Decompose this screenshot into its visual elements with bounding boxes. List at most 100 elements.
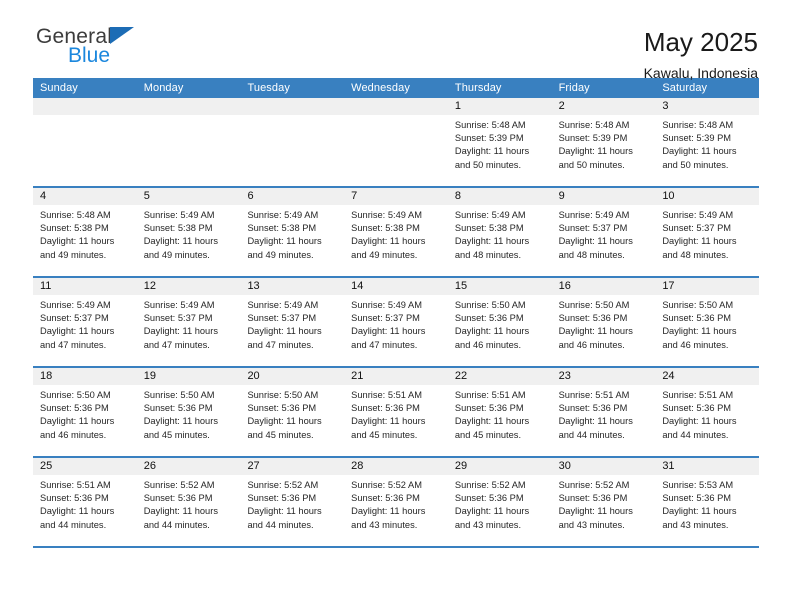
calendar-week-row: 25 Sunrise: 5:51 AM Sunset: 5:36 PM Dayligh… bbox=[33, 456, 760, 546]
day-number: 11 bbox=[33, 278, 137, 295]
daylight-text-line1: Daylight: 11 hours bbox=[662, 416, 737, 427]
calendar-day-cell[interactable]: 17 Sunrise: 5:50 AM Sunset: 5:36 PM Dayligh… bbox=[655, 278, 760, 366]
calendar-day-cell[interactable]: 21 Sunrise: 5:51 AM Sunset: 5:36 PM Dayligh… bbox=[344, 368, 448, 456]
sunset-text: Sunset: 5:36 PM bbox=[454, 493, 524, 504]
calendar-day-cell[interactable]: 8 Sunrise: 5:49 AM Sunset: 5:38 PM Daylight… bbox=[447, 188, 552, 276]
daylight-text-line1: Daylight: 11 hours bbox=[143, 506, 218, 517]
daylight-text-line1: Daylight: 11 hours bbox=[558, 146, 633, 157]
calendar-day-cell[interactable]: 25 Sunrise: 5:51 AM Sunset: 5:36 PM Dayligh… bbox=[33, 458, 137, 546]
day-number bbox=[33, 98, 137, 115]
calendar-day-cell[interactable]: 4 Sunrise: 5:48 AM Sunset: 5:38 PM Daylight… bbox=[33, 188, 137, 276]
calendar-day-cell[interactable]: 3 Sunrise: 5:48 AM Sunset: 5:39 PM Daylight… bbox=[655, 98, 760, 186]
daylight-text-line2: and 46 minutes. bbox=[662, 339, 729, 350]
calendar-day-cell[interactable]: 16 Sunrise: 5:50 AM Sunset: 5:36 PM Dayligh… bbox=[551, 278, 656, 366]
sunrise-text: Sunrise: 5:49 AM bbox=[40, 300, 111, 310]
sunset-text: Sunset: 5:38 PM bbox=[351, 223, 420, 234]
sunrise-text: Sunrise: 5:53 AM bbox=[662, 480, 734, 490]
daylight-text-line2: and 45 minutes. bbox=[247, 429, 314, 440]
daylight-text-line2: and 49 minutes. bbox=[247, 249, 314, 260]
sunrise-text: Sunrise: 5:52 AM bbox=[247, 480, 319, 490]
calendar-day-cell[interactable]: 10 Sunrise: 5:49 AM Sunset: 5:37 PM Dayligh… bbox=[655, 188, 760, 276]
day-details: Sunrise: 5:51 AM Sunset: 5:36 PM Daylight:… bbox=[33, 475, 137, 532]
day-details: Sunrise: 5:49 AM Sunset: 5:37 PM Daylight:… bbox=[33, 295, 137, 352]
calendar-day-cell[interactable]: 1 Sunrise: 5:48 AM Sunset: 5:39 PM Daylight… bbox=[447, 98, 552, 186]
day-details bbox=[240, 115, 344, 119]
calendar-day-cell[interactable]: 31 Sunrise: 5:53 AM Sunset: 5:36 PM Dayligh… bbox=[655, 458, 760, 546]
day-details: Sunrise: 5:50 AM Sunset: 5:36 PM Daylight:… bbox=[33, 385, 137, 442]
daylight-text-line2: and 49 minutes. bbox=[351, 249, 418, 260]
calendar-day-cell[interactable]: 2 Sunrise: 5:48 AM Sunset: 5:39 PM Daylight… bbox=[551, 98, 656, 186]
day-details: Sunrise: 5:50 AM Sunset: 5:36 PM Daylight:… bbox=[552, 295, 656, 352]
sunset-text: Sunset: 5:37 PM bbox=[247, 313, 317, 324]
sunrise-text: Sunrise: 5:49 AM bbox=[247, 300, 319, 310]
calendar-day-cell[interactable]: 28 Sunrise: 5:52 AM Sunset: 5:36 PM Dayligh… bbox=[344, 458, 448, 546]
daylight-text-line2: and 44 minutes. bbox=[247, 519, 314, 530]
calendar-day-cell[interactable]: 20 Sunrise: 5:50 AM Sunset: 5:36 PM Dayligh… bbox=[240, 368, 345, 456]
calendar-day-cell[interactable]: 9 Sunrise: 5:49 AM Sunset: 5:37 PM Daylight… bbox=[551, 188, 656, 276]
day-details bbox=[33, 115, 137, 119]
daylight-text-line2: and 45 minutes. bbox=[454, 429, 522, 440]
sunrise-text: Sunrise: 5:51 AM bbox=[558, 390, 630, 400]
day-details: Sunrise: 5:48 AM Sunset: 5:39 PM Daylight:… bbox=[448, 115, 552, 172]
day-details: Sunrise: 5:49 AM Sunset: 5:37 PM Daylight:… bbox=[655, 205, 759, 262]
calendar-day-cell[interactable]: 24 Sunrise: 5:51 AM Sunset: 5:36 PM Dayligh… bbox=[655, 368, 760, 456]
calendar-day-cell[interactable]: 30 Sunrise: 5:52 AM Sunset: 5:36 PM Dayligh… bbox=[551, 458, 656, 546]
day-details: Sunrise: 5:49 AM Sunset: 5:38 PM Daylight:… bbox=[448, 205, 552, 262]
page-title: May 2025 bbox=[643, 27, 758, 57]
day-details: Sunrise: 5:51 AM Sunset: 5:36 PM Daylight:… bbox=[344, 385, 448, 442]
day-details: Sunrise: 5:48 AM Sunset: 5:39 PM Daylight:… bbox=[552, 115, 656, 172]
calendar-day-cell[interactable]: 26 Sunrise: 5:52 AM Sunset: 5:36 PM Dayligh… bbox=[136, 458, 241, 546]
day-number: 29 bbox=[447, 458, 552, 475]
sunset-text: Sunset: 5:37 PM bbox=[662, 223, 732, 234]
daylight-text-line2: and 49 minutes. bbox=[40, 249, 107, 260]
calendar-day-cell[interactable]: 6 Sunrise: 5:49 AM Sunset: 5:38 PM Daylight… bbox=[240, 188, 345, 276]
sunset-text: Sunset: 5:37 PM bbox=[351, 313, 420, 324]
day-details: Sunrise: 5:52 AM Sunset: 5:36 PM Daylight:… bbox=[344, 475, 448, 532]
daylight-text-line2: and 49 minutes. bbox=[143, 249, 210, 260]
daylight-text-line2: and 50 minutes. bbox=[454, 159, 522, 170]
calendar-day-cell[interactable]: 15 Sunrise: 5:50 AM Sunset: 5:36 PM Dayligh… bbox=[447, 278, 552, 366]
daylight-text-line1: Daylight: 11 hours bbox=[454, 146, 530, 157]
sunrise-text: Sunrise: 5:48 AM bbox=[454, 120, 526, 130]
day-details: Sunrise: 5:49 AM Sunset: 5:37 PM Daylight:… bbox=[240, 295, 344, 352]
calendar-day-cell[interactable]: 12 Sunrise: 5:49 AM Sunset: 5:37 PM Dayligh… bbox=[136, 278, 241, 366]
calendar-day-cell[interactable]: 18 Sunrise: 5:50 AM Sunset: 5:36 PM Dayligh… bbox=[33, 368, 137, 456]
calendar-day-cell[interactable]: 14 Sunrise: 5:49 AM Sunset: 5:37 PM Dayligh… bbox=[344, 278, 448, 366]
calendar-day-cell[interactable]: 23 Sunrise: 5:51 AM Sunset: 5:36 PM Dayligh… bbox=[551, 368, 656, 456]
daylight-text-line2: and 46 minutes. bbox=[558, 339, 625, 350]
sunrise-text: Sunrise: 5:48 AM bbox=[558, 120, 630, 130]
day-number: 14 bbox=[344, 278, 448, 295]
calendar-day-cell[interactable]: 11 Sunrise: 5:49 AM Sunset: 5:37 PM Dayligh… bbox=[33, 278, 137, 366]
daylight-text-line1: Daylight: 11 hours bbox=[662, 506, 737, 517]
calendar-day-cell[interactable]: 7 Sunrise: 5:49 AM Sunset: 5:38 PM Daylight… bbox=[344, 188, 448, 276]
daylight-text-line2: and 47 minutes. bbox=[247, 339, 314, 350]
generalblue-logo[interactable]: General Blue bbox=[33, 26, 183, 66]
weekday-header-sunday: Sunday bbox=[40, 82, 78, 94]
day-number: 8 bbox=[447, 188, 552, 205]
sunset-text: Sunset: 5:36 PM bbox=[351, 403, 420, 414]
day-details bbox=[344, 115, 448, 119]
weekday-header-saturday: Saturday bbox=[662, 82, 708, 94]
daylight-text-line2: and 46 minutes. bbox=[40, 429, 107, 440]
day-details: Sunrise: 5:49 AM Sunset: 5:37 PM Daylight:… bbox=[552, 205, 656, 262]
sunrise-text: Sunrise: 5:49 AM bbox=[247, 210, 319, 220]
day-details: Sunrise: 5:53 AM Sunset: 5:36 PM Daylight:… bbox=[655, 475, 759, 532]
sunrise-sunset-calendar: Sunday Monday Tuesday Wednesday Thursday Frid… bbox=[33, 78, 760, 548]
calendar-day-cell[interactable]: 29 Sunrise: 5:52 AM Sunset: 5:36 PM Dayligh… bbox=[447, 458, 552, 546]
day-number: 23 bbox=[551, 368, 656, 385]
day-number: 10 bbox=[655, 188, 760, 205]
daylight-text-line2: and 47 minutes. bbox=[40, 339, 107, 350]
calendar-day-cell[interactable]: 5 Sunrise: 5:49 AM Sunset: 5:38 PM Daylight… bbox=[136, 188, 241, 276]
calendar-day-cell[interactable]: 27 Sunrise: 5:52 AM Sunset: 5:36 PM Dayligh… bbox=[240, 458, 345, 546]
daylight-text-line1: Daylight: 11 hours bbox=[40, 506, 115, 517]
sunset-text: Sunset: 5:37 PM bbox=[143, 313, 213, 324]
calendar-day-cell[interactable]: 22 Sunrise: 5:51 AM Sunset: 5:36 PM Dayligh… bbox=[447, 368, 552, 456]
day-details: Sunrise: 5:49 AM Sunset: 5:38 PM Daylight:… bbox=[240, 205, 344, 262]
daylight-text-line2: and 47 minutes. bbox=[351, 339, 418, 350]
daylight-text-line1: Daylight: 11 hours bbox=[558, 236, 633, 247]
calendar-day-cell[interactable]: 13 Sunrise: 5:49 AM Sunset: 5:37 PM Dayligh… bbox=[240, 278, 345, 366]
calendar-day-cell[interactable]: 19 Sunrise: 5:50 AM Sunset: 5:36 PM Dayligh… bbox=[136, 368, 241, 456]
daylight-text-line1: Daylight: 11 hours bbox=[558, 416, 633, 427]
day-details: Sunrise: 5:52 AM Sunset: 5:36 PM Daylight:… bbox=[240, 475, 344, 532]
sunset-text: Sunset: 5:36 PM bbox=[662, 403, 732, 414]
